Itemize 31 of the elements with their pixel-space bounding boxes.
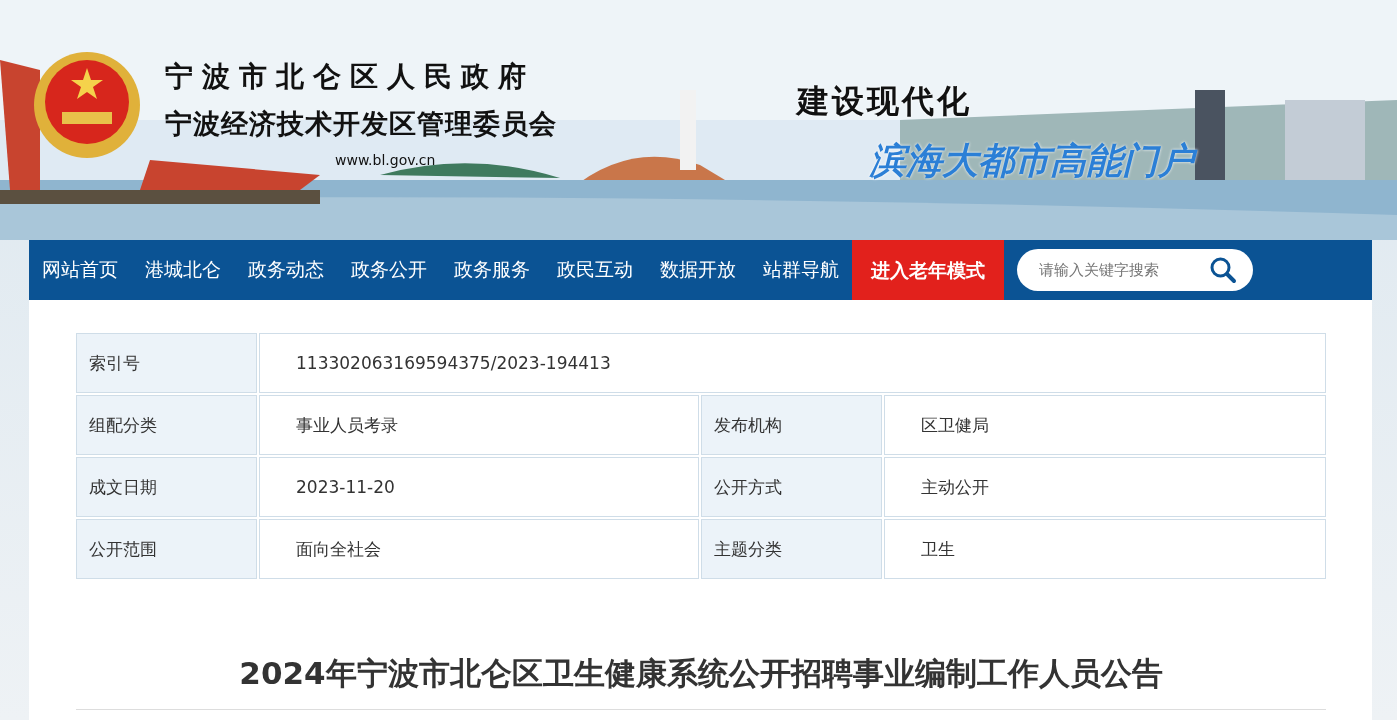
elderly-mode-button[interactable]: 进入老年模式 [852, 240, 1004, 300]
nav-link[interactable]: 政务公开 [351, 257, 427, 283]
site-url: www.bl.gov.cn [335, 152, 436, 168]
nav-link[interactable]: 港城北仑 [145, 257, 221, 283]
field-label: 发布机构 [701, 395, 882, 455]
nav-link[interactable]: 政民互动 [557, 257, 633, 283]
search-icon[interactable] [1209, 256, 1237, 284]
field-value: 2023-11-20 [259, 457, 699, 517]
field-value: 卫生 [884, 519, 1326, 579]
field-label: 公开方式 [701, 457, 882, 517]
nav-link[interactable]: 数据开放 [660, 257, 736, 283]
field-label: 主题分类 [701, 519, 882, 579]
nav-link[interactable]: 政务服务 [454, 257, 530, 283]
field-value: 面向全社会 [259, 519, 699, 579]
field-label: 公开范围 [76, 519, 257, 579]
field-value: 区卫健局 [884, 395, 1326, 455]
search-field[interactable]: 请输入关键字搜索 [1017, 249, 1253, 291]
field-value: 事业人员考录 [259, 395, 699, 455]
field-value: 主动公开 [884, 457, 1326, 517]
article-title: 2024年宁波市北仑区卫生健康系统公开招聘事业编制工作人员公告 [238, 654, 1164, 693]
nav-link[interactable]: 站群导航 [763, 257, 839, 283]
nav-link[interactable]: 网站首页 [42, 257, 118, 283]
field-value: 113302063169594375/2023-194413 [259, 333, 1326, 393]
site-subtitle: 宁波经济技术开发区管理委员会 [165, 107, 557, 141]
field-label: 索引号 [76, 333, 257, 393]
slogan: 建设现代化 [797, 81, 972, 122]
field-label: 成文日期 [76, 457, 257, 517]
field-label: 组配分类 [76, 395, 257, 455]
site-title: 宁波市北仑区人民政府 [165, 59, 535, 95]
emblem-icon [32, 50, 142, 160]
nav-link[interactable]: 政务动态 [248, 257, 324, 283]
